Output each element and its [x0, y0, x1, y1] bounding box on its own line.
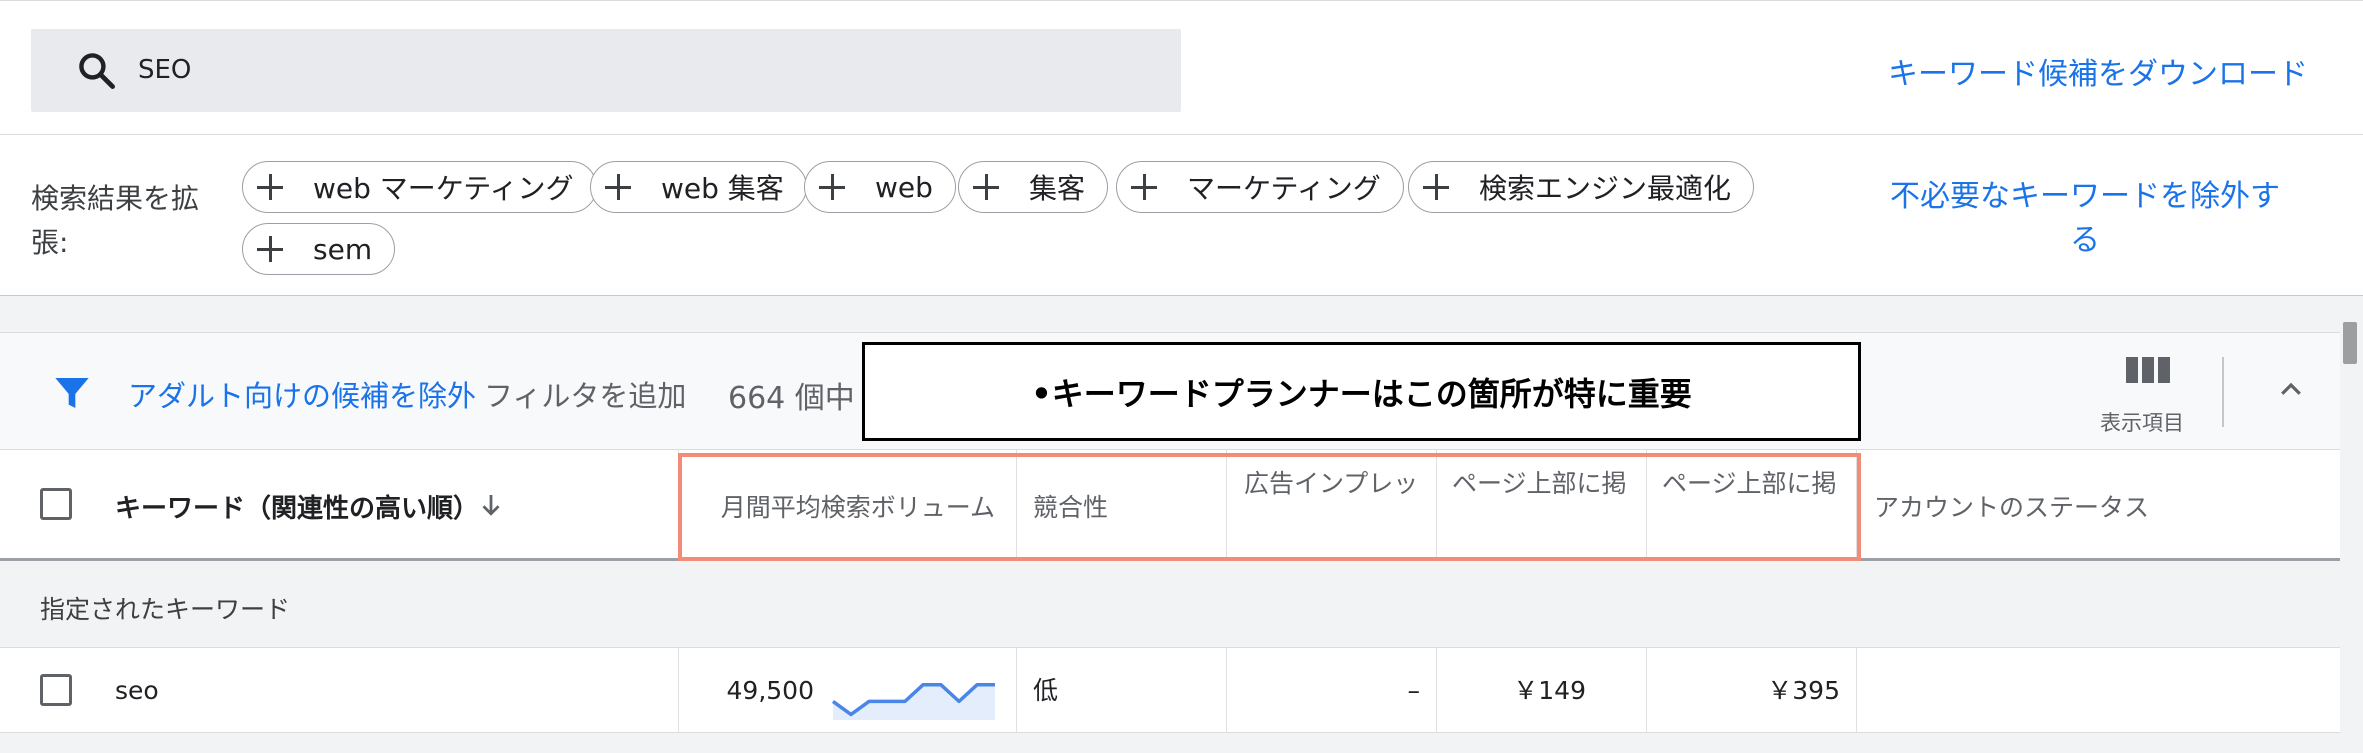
- column-divider: [1436, 648, 1437, 733]
- columns-icon[interactable]: [2126, 357, 2170, 393]
- table-row[interactable]: seo 49,500 低 – ￥149 ￥395: [0, 648, 2340, 733]
- highlight-box: [678, 453, 1861, 561]
- section-row: 指定されたキーワード: [0, 561, 2340, 648]
- row-checkbox[interactable]: [40, 674, 72, 706]
- add-filter-button[interactable]: フィルタを追加: [484, 373, 686, 415]
- plus-icon: [819, 174, 845, 200]
- filter-bar: アダルト向けの候補を除外 フィルタを追加 664 個中 •キーワードプランナーは…: [0, 332, 2340, 450]
- expand-results-label: 検索結果を拡張:: [31, 182, 200, 259]
- column-header-account-status[interactable]: アカウントのステータス: [1874, 488, 2149, 524]
- select-all-checkbox[interactable]: [40, 488, 72, 520]
- cell-impression-share: –: [1407, 676, 1421, 705]
- plus-icon: [973, 174, 999, 200]
- chip-shukyaku[interactable]: 集客: [958, 161, 1109, 213]
- divider: [2222, 357, 2224, 427]
- filter-icon[interactable]: [52, 373, 92, 413]
- column-divider: [1856, 648, 1857, 733]
- plus-icon: [605, 174, 631, 200]
- exclude-adult-filter[interactable]: アダルト向けの候補を除外: [128, 373, 476, 415]
- search-icon: [79, 53, 115, 89]
- section-label: 指定されたキーワード: [40, 595, 291, 624]
- scrollbar-thumb[interactable]: [2343, 322, 2357, 364]
- columns-label[interactable]: 表示項目: [2100, 407, 2184, 437]
- annotation-callout: •キーワードプランナーはこの箇所が特に重要: [862, 342, 1861, 441]
- column-divider: [1226, 648, 1227, 733]
- cell-top-bid-low: ￥149: [1513, 676, 1586, 705]
- arrow-down-icon[interactable]: [476, 490, 506, 520]
- column-divider: [678, 648, 679, 733]
- plus-icon: [257, 174, 283, 200]
- chevron-up-icon[interactable]: [2276, 375, 2306, 405]
- result-count: 664 個中: [728, 381, 855, 416]
- column-divider: [1016, 648, 1017, 733]
- chip-web-shukyaku[interactable]: web 集客: [590, 161, 807, 213]
- column-divider: [1646, 648, 1647, 733]
- column-header-keyword[interactable]: キーワード（関連性の高い順）: [115, 488, 479, 525]
- exclude-keywords-link[interactable]: 不必要なキーワードを除外する: [1880, 175, 2290, 263]
- chip-sem[interactable]: sem: [242, 223, 396, 275]
- search-input[interactable]: SEO: [31, 29, 1181, 112]
- chip-search-engine-optimization[interactable]: 検索エンジン最適化: [1408, 161, 1755, 213]
- plus-icon: [1423, 174, 1449, 200]
- expand-results-area: 検索結果を拡張: web マーケティング web 集客 web 集客 マーケティ…: [0, 134, 2363, 296]
- cell-keyword: seo: [115, 676, 159, 705]
- plus-icon: [257, 236, 283, 262]
- cell-competition: 低: [1033, 676, 1059, 705]
- chip-web-marketing[interactable]: web マーケティング: [242, 161, 597, 213]
- plus-icon: [1131, 174, 1157, 200]
- download-keywords-link[interactable]: キーワード候補をダウンロード: [1888, 49, 2308, 93]
- cell-avg-monthly-searches: 49,500: [726, 676, 814, 705]
- chip-marketing[interactable]: マーケティング: [1116, 161, 1404, 213]
- scrollbar[interactable]: [2340, 296, 2363, 753]
- table-footer-strip: [0, 733, 2340, 753]
- cell-top-bid-high: ￥395: [1767, 676, 1840, 705]
- section-gap: [0, 296, 2363, 332]
- search-value[interactable]: SEO: [138, 29, 191, 112]
- trend-sparkline: [831, 683, 995, 720]
- search-bar-area: SEO キーワード候補をダウンロード: [0, 0, 2363, 134]
- chip-web[interactable]: web: [804, 161, 956, 213]
